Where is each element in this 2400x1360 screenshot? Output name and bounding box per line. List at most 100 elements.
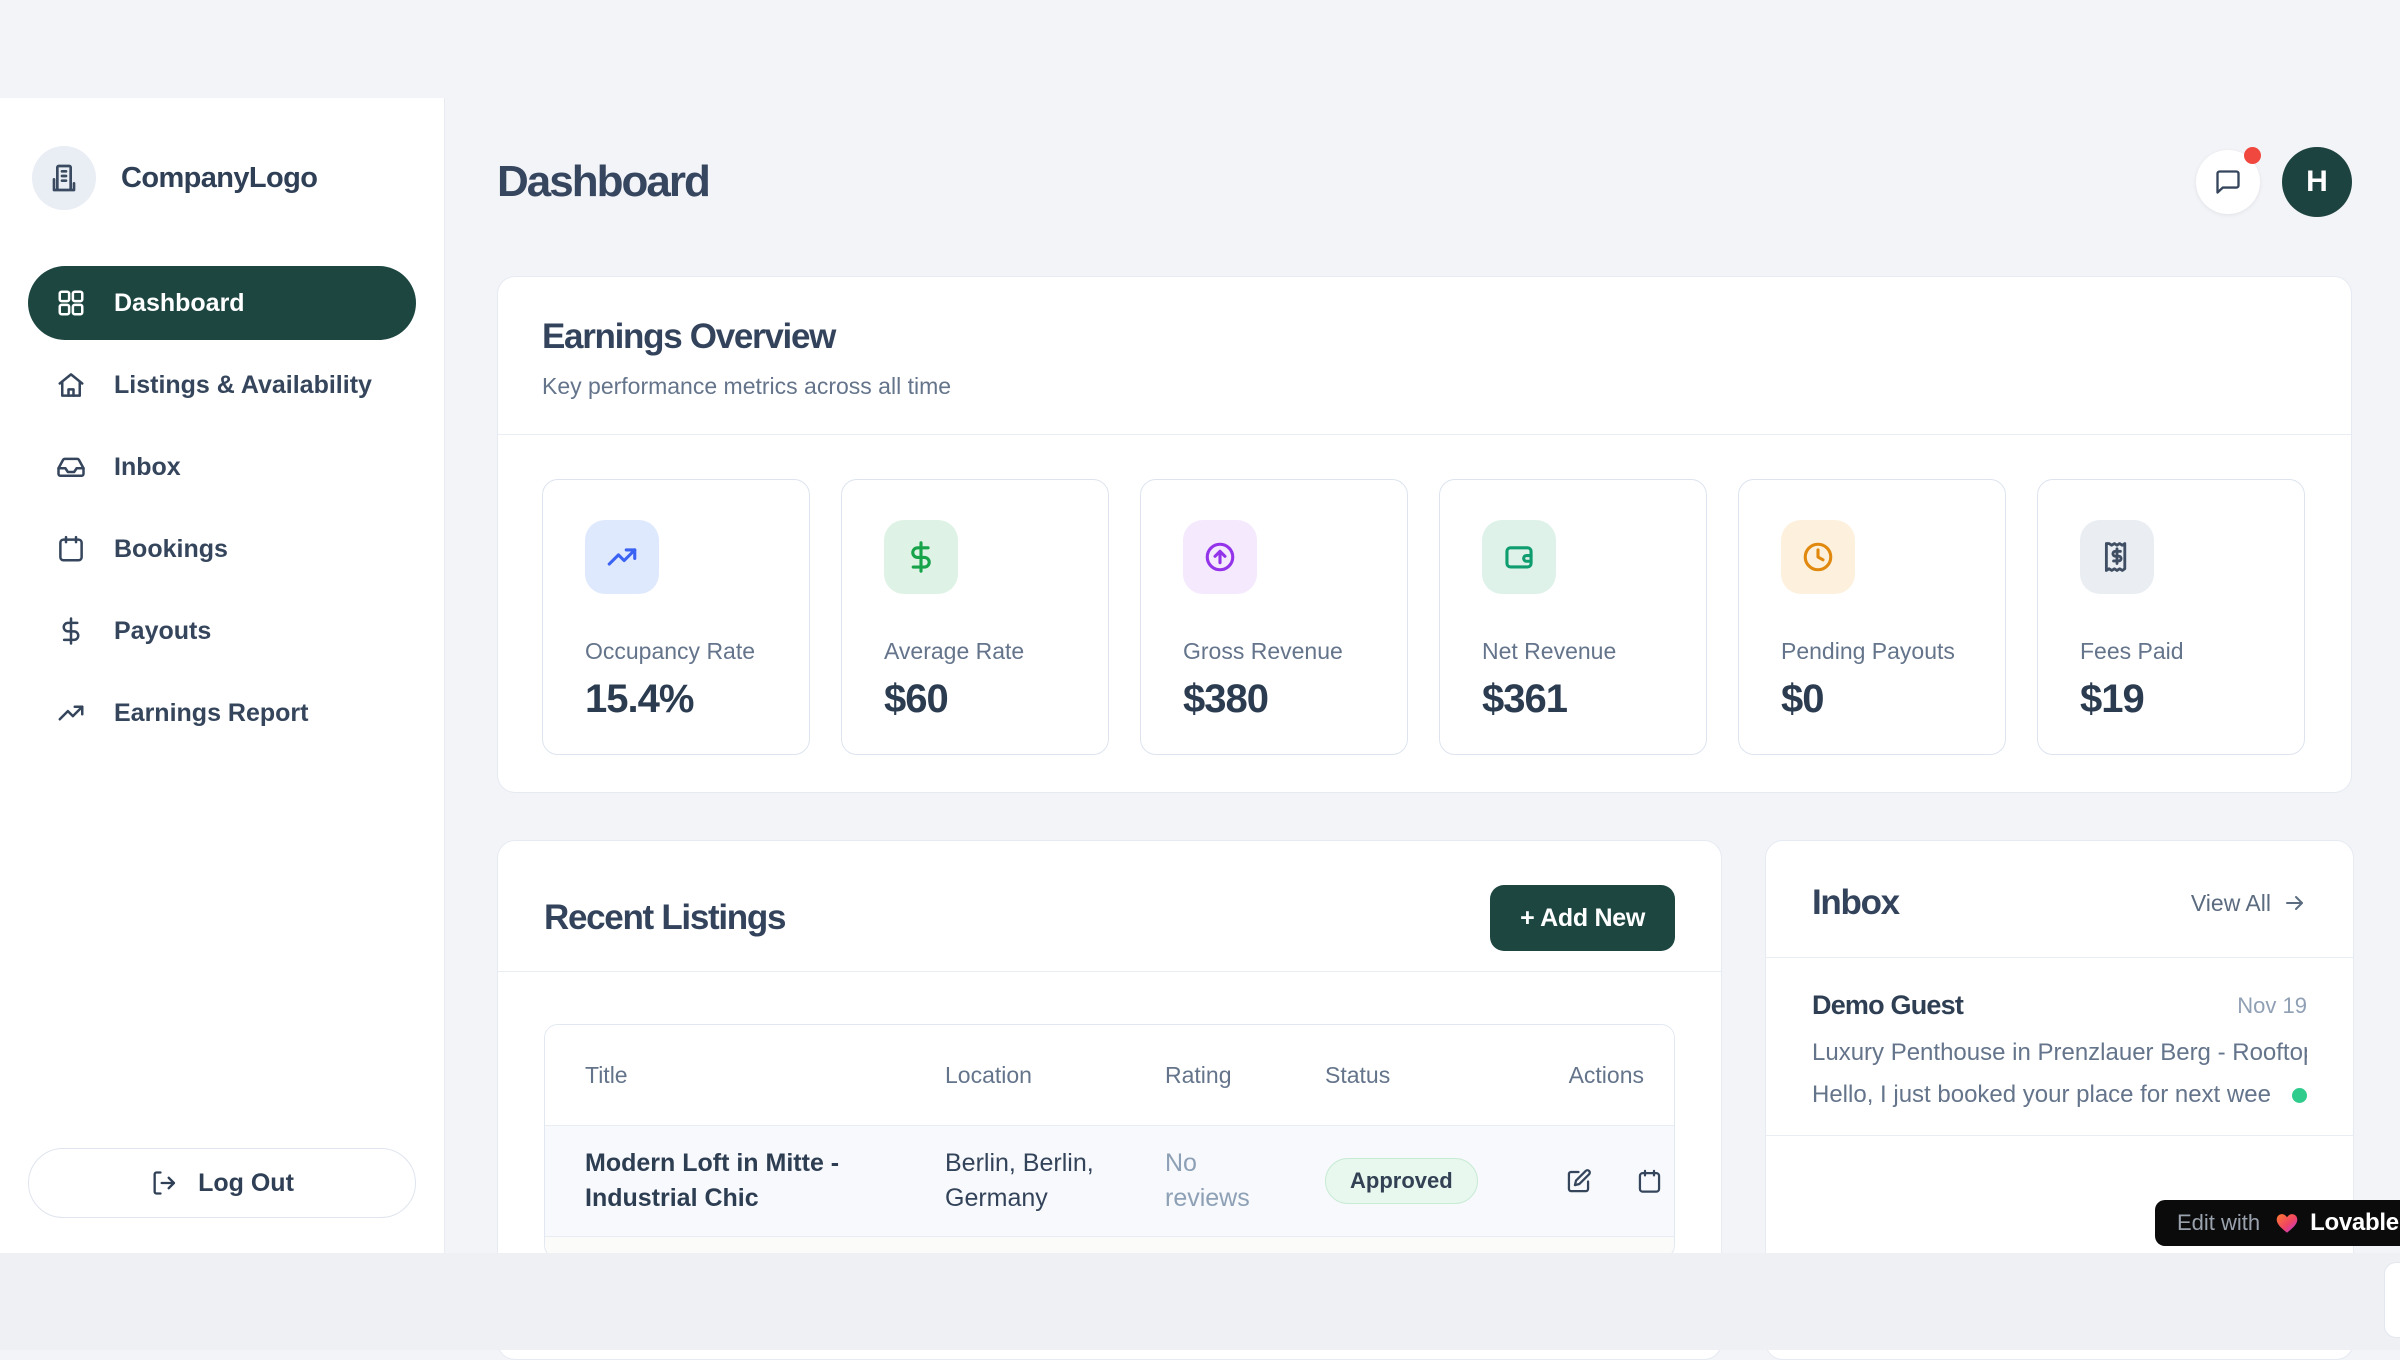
metric-icon-tile	[884, 520, 958, 594]
metric-card-gross-revenue: Gross Revenue $380	[1140, 479, 1408, 755]
calendar-listing-button[interactable]	[1636, 1168, 1663, 1195]
metric-label: Fees Paid	[2080, 638, 2284, 665]
lovable-heart-icon	[2274, 1210, 2300, 1236]
unread-dot	[2292, 1088, 2307, 1103]
metric-icon-tile	[2080, 520, 2154, 594]
lovable-badge[interactable]: Edit with Lovable ×	[2155, 1200, 2400, 1246]
sidebar-item-label: Bookings	[114, 535, 228, 564]
sidebar-nav: Dashboard Listings & Availability Inbox …	[28, 266, 416, 750]
add-new-button[interactable]: + Add New	[1490, 885, 1675, 951]
earnings-overview-card: Earnings Overview Key performance metric…	[497, 276, 2352, 793]
inbox-message-item[interactable]: Demo Guest Nov 19 Luxury Penthouse in Pr…	[1812, 958, 2307, 1109]
dollar-sign-icon	[904, 540, 938, 574]
metric-icon-tile	[1482, 520, 1556, 594]
circle-arrow-up-icon	[1203, 540, 1237, 574]
corner-floating-button[interactable]	[2384, 1262, 2400, 1338]
column-header-actions: Actions	[1565, 1062, 1674, 1089]
calendar-icon	[1636, 1168, 1663, 1195]
column-header-rating: Rating	[1165, 1062, 1325, 1089]
column-header-title: Title	[545, 1062, 945, 1089]
wallet-icon	[1502, 540, 1536, 574]
company-logo-circle	[32, 146, 96, 210]
inbox-header: Inbox View All	[1812, 883, 2307, 923]
table-row[interactable]: Modern Loft in Mitte - Industrial Chic B…	[545, 1125, 1674, 1236]
recent-listings-title: Recent Listings	[544, 898, 785, 938]
listing-status-cell: Approved	[1325, 1158, 1565, 1204]
main-content: Dashboard H Earnings Overview Key perfor…	[445, 0, 2400, 1360]
trending-up-icon	[605, 540, 639, 574]
notification-dot	[2244, 147, 2261, 164]
message-top-row: Demo Guest Nov 19	[1812, 990, 2307, 1021]
sidebar-item-label: Payouts	[114, 617, 211, 646]
metric-label: Gross Revenue	[1183, 638, 1387, 665]
metric-card-pending-payouts: Pending Payouts $0	[1738, 479, 2006, 755]
clock-icon	[1801, 540, 1835, 574]
sidebar-item-bookings[interactable]: Bookings	[28, 512, 416, 586]
sidebar-item-dashboard[interactable]: Dashboard	[28, 266, 416, 340]
metric-icon-tile	[1183, 520, 1257, 594]
logout-label: Log Out	[198, 1169, 294, 1198]
view-all-link[interactable]: View All	[2191, 890, 2307, 917]
company-logo: CompanyLogo	[28, 146, 416, 210]
page-title: Dashboard	[497, 157, 709, 207]
divider	[498, 971, 1721, 972]
badge-prefix: Edit with	[2177, 1210, 2260, 1236]
metric-card-net-revenue: Net Revenue $361	[1439, 479, 1707, 755]
sidebar-item-inbox[interactable]: Inbox	[28, 430, 416, 504]
metric-icon-tile	[1781, 520, 1855, 594]
sidebar-item-label: Dashboard	[114, 289, 245, 318]
chat-bubble-icon	[2214, 168, 2242, 196]
logout-icon	[150, 1169, 178, 1197]
listing-actions	[1565, 1168, 1675, 1195]
metric-value: $19	[2080, 677, 2284, 722]
message-subject: Luxury Penthouse in Prenzlauer Berg - Ro…	[1812, 1039, 2307, 1067]
metric-value: $60	[884, 677, 1088, 722]
sidebar-item-earnings-report[interactable]: Earnings Report	[28, 676, 416, 750]
metric-value: $380	[1183, 677, 1387, 722]
listing-title: Modern Loft in Mitte - Industrial Chic	[545, 1146, 925, 1216]
inbox-icon	[56, 452, 86, 482]
receipt-icon	[2100, 540, 2134, 574]
logout-button[interactable]: Log Out	[28, 1148, 416, 1218]
message-preview: Hello, I just booked your place for next…	[1812, 1081, 2272, 1109]
building-icon	[48, 162, 80, 194]
avatar[interactable]: H	[2282, 147, 2352, 217]
metric-icon-tile	[585, 520, 659, 594]
grid-icon	[56, 288, 86, 318]
listing-rating: No reviews	[1165, 1146, 1277, 1216]
recent-listings-header: Recent Listings + Add New	[544, 885, 1675, 951]
metric-value: $0	[1781, 677, 1985, 722]
sidebar-item-label: Listings & Availability	[114, 371, 372, 400]
metric-value: 15.4%	[585, 677, 789, 722]
column-header-location: Location	[945, 1062, 1165, 1089]
metric-card-occupancy-rate: Occupancy Rate 15.4%	[542, 479, 810, 755]
home-icon	[56, 370, 86, 400]
metric-label: Pending Payouts	[1781, 638, 1985, 665]
table-header-row: Title Location Rating Status Actions	[545, 1025, 1674, 1125]
calendar-icon	[56, 534, 86, 564]
status-badge: Approved	[1325, 1158, 1478, 1204]
sidebar-item-listings[interactable]: Listings & Availability	[28, 348, 416, 422]
messages-button[interactable]	[2196, 150, 2260, 214]
badge-brand: Lovable	[2310, 1209, 2399, 1237]
divider	[498, 434, 2351, 435]
edit-listing-button[interactable]	[1565, 1168, 1592, 1195]
earnings-title: Earnings Overview	[542, 317, 2307, 357]
main-header: Dashboard H	[497, 146, 2352, 218]
company-name: CompanyLogo	[121, 162, 317, 195]
inbox-title: Inbox	[1812, 883, 1899, 923]
header-actions: H	[2196, 147, 2352, 217]
message-preview-row: Hello, I just booked your place for next…	[1812, 1081, 2307, 1109]
message-sender: Demo Guest	[1812, 990, 1963, 1021]
trending-up-icon	[56, 698, 86, 728]
avatar-initial: H	[2306, 165, 2328, 199]
sidebar-item-label: Inbox	[114, 453, 181, 482]
metrics-row: Occupancy Rate 15.4% Average Rate $60	[542, 479, 2307, 755]
bottom-band	[0, 1253, 2400, 1350]
sidebar-item-payouts[interactable]: Payouts	[28, 594, 416, 668]
message-date: Nov 19	[2237, 993, 2307, 1019]
divider	[1766, 1135, 2353, 1136]
view-all-label: View All	[2191, 890, 2271, 917]
arrow-right-icon	[2283, 891, 2307, 915]
dollar-icon	[56, 616, 86, 646]
